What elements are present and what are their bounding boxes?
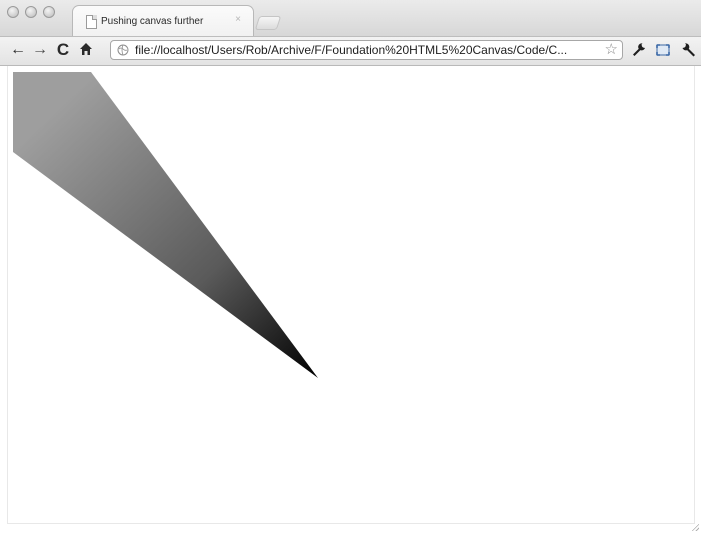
back-button[interactable]: ←	[8, 40, 28, 60]
fullscreen-icon[interactable]	[654, 41, 672, 59]
reload-button[interactable]: C	[53, 40, 73, 60]
tab-active[interactable]: Pushing canvas further ×	[72, 5, 254, 36]
url-text[interactable]: file://localhost/Users/Rob/Archive/F/Fou…	[135, 43, 595, 58]
page-content	[0, 66, 701, 533]
window-zoom-button[interactable]	[43, 6, 55, 18]
tab-close-icon[interactable]: ×	[232, 14, 244, 26]
new-tab-button[interactable]	[254, 16, 282, 30]
wrench-icon[interactable]	[680, 41, 698, 59]
home-icon	[80, 43, 92, 55]
page-icon	[86, 15, 97, 29]
wrench-icon[interactable]	[630, 41, 648, 59]
window-close-button[interactable]	[7, 6, 19, 18]
bookmark-star-icon[interactable]: ☆	[605, 41, 618, 59]
tab-title: Pushing canvas further	[101, 16, 204, 27]
page-info-icon[interactable]	[117, 44, 129, 56]
forward-button[interactable]: →	[30, 40, 50, 60]
canvas	[13, 72, 318, 378]
gradient-triangle	[13, 72, 318, 378]
browser-window: Pushing canvas further × ← → C file://lo…	[0, 0, 701, 533]
resize-grip[interactable]	[691, 523, 699, 531]
window-minimize-button[interactable]	[25, 6, 37, 18]
home-button[interactable]	[76, 40, 96, 60]
browser-toolbar: ← → C file://localhost/Users/Rob/Archive…	[0, 37, 701, 66]
address-bar[interactable]: file://localhost/Users/Rob/Archive/F/Fou…	[110, 40, 623, 60]
title-bar: Pushing canvas further ×	[0, 0, 701, 37]
